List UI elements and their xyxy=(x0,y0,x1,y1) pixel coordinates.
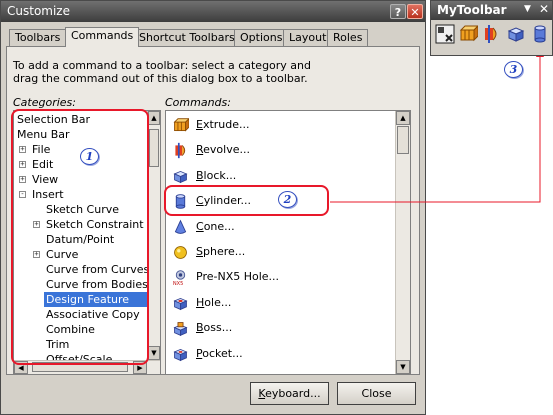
command-label: Sphere... xyxy=(196,245,246,258)
block-icon[interactable] xyxy=(506,24,526,44)
extrude-icon xyxy=(172,117,191,134)
scroll-down-button[interactable]: ▼ xyxy=(148,346,160,360)
my-toolbar-title: MyToolbar xyxy=(437,3,507,17)
chevron-down-icon[interactable]: ▼ xyxy=(524,4,531,14)
command-label: Extrude... xyxy=(196,118,250,131)
command-label: Boss... xyxy=(196,321,233,335)
commands-vertical-scrollbar[interactable]: ▲ ▼ xyxy=(395,111,410,374)
tab-toolbars[interactable]: Toolbars xyxy=(9,29,67,46)
commands-label: Commands: xyxy=(165,96,231,109)
my-toolbar-title-bar[interactable]: MyToolbar ▼ ✕ xyxy=(431,1,552,20)
revolve-icon xyxy=(172,142,189,159)
annotation-3: 3 xyxy=(504,61,523,78)
command-label: Hole... xyxy=(196,295,232,309)
revolve-icon[interactable] xyxy=(481,24,501,44)
command-label: Revolve... xyxy=(196,143,250,157)
cylinder-icon[interactable] xyxy=(530,24,550,44)
close-icon[interactable]: ✕ xyxy=(407,4,423,19)
annotation-2: 2 xyxy=(278,191,297,208)
commands-list[interactable]: Extrude... Revolve... Block... Cylinder... C… xyxy=(165,110,411,375)
hole-icon xyxy=(172,295,189,312)
instruction-text: To add a command to a toolbar: select a … xyxy=(13,59,311,85)
toolbar-config-icon[interactable] xyxy=(435,24,455,44)
command-label: Cone... xyxy=(196,219,235,233)
tab-layout[interactable]: Layout xyxy=(283,29,333,46)
svg-text:NX5: NX5 xyxy=(173,282,184,287)
help-button[interactable]: ? xyxy=(390,4,406,19)
keyboard-button[interactable]: Keyboard... xyxy=(250,382,329,405)
scroll-thumb[interactable] xyxy=(397,126,409,154)
cylinder-highlight-box xyxy=(164,185,329,216)
command-label: Pocket... xyxy=(196,346,243,360)
scroll-up-button[interactable]: ▲ xyxy=(148,111,160,125)
pocket-icon xyxy=(172,346,189,363)
scroll-up-button[interactable]: ▲ xyxy=(396,111,410,125)
dialog-title-bar[interactable]: Customize ? ✕ xyxy=(1,1,425,22)
annotation-1: 1 xyxy=(80,148,99,165)
scroll-thumb[interactable] xyxy=(149,129,159,167)
dialog-title: Customize xyxy=(7,4,70,18)
tab-commands[interactable]: Commands xyxy=(65,27,140,47)
keyboard-label: eyboard... xyxy=(265,387,321,400)
command-label: Block... xyxy=(196,168,237,182)
tab-roles[interactable]: Roles xyxy=(327,29,369,46)
my-toolbar[interactable]: MyToolbar ▼ ✕ xyxy=(430,0,553,56)
tab-shortcut-toolbars[interactable]: Shortcut Toolbars xyxy=(133,29,241,46)
boss-icon xyxy=(172,320,189,337)
close-icon[interactable]: ✕ xyxy=(539,2,549,16)
cone-icon xyxy=(172,219,189,236)
pre-nx5-hole-icon: NX5 xyxy=(172,269,189,288)
command-label: Pre-NX5 Hole... xyxy=(196,270,280,284)
sphere-icon xyxy=(172,244,189,261)
block-icon xyxy=(172,168,189,185)
tab-options[interactable]: Options xyxy=(234,29,289,46)
close-button[interactable]: Close xyxy=(337,382,416,405)
partial-icon xyxy=(172,371,189,374)
categories-label: Categories: xyxy=(13,96,76,109)
scroll-down-button[interactable]: ▼ xyxy=(396,360,410,374)
extrude-icon[interactable] xyxy=(458,24,480,44)
categories-highlight-box xyxy=(11,109,149,365)
